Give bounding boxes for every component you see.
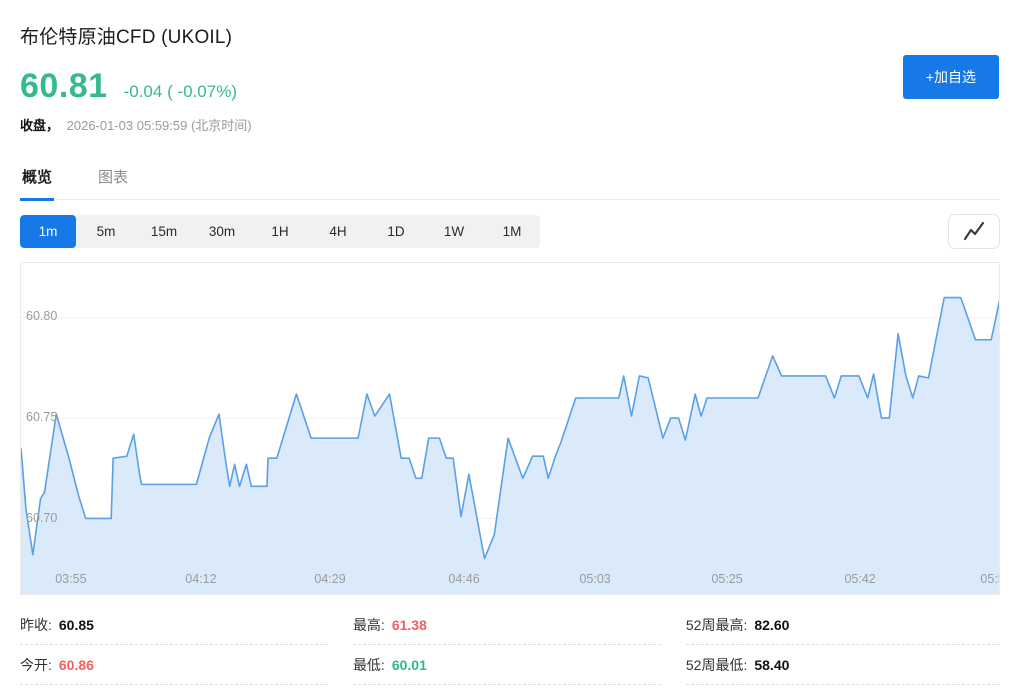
quote-page: 布伦特原油CFD (UKOIL) 60.81 -0.04 ( -0.07%) 收… — [0, 0, 1024, 694]
tab-overview[interactable]: 概览 — [20, 158, 54, 199]
x-axis-tick: 05:25 — [711, 572, 742, 586]
timeframe-30m-button[interactable]: 30m — [194, 215, 250, 248]
stat-value: 58.40 — [754, 657, 789, 673]
x-axis-tick: 03:55 — [55, 572, 86, 586]
page-title: 布伦特原油CFD (UKOIL) — [20, 22, 1000, 49]
timeframe-1m-button[interactable]: 1m — [20, 215, 76, 248]
timeframe-1M-button[interactable]: 1M — [484, 215, 540, 248]
stat-cell: 52周最高: 82.60 — [686, 605, 1000, 645]
quote-timestamp: 2026-01-03 05:59:59 (北京时间) — [67, 118, 252, 133]
stat-cell: 今开: 60.86 — [20, 645, 328, 685]
timeframe-5m-button[interactable]: 5m — [78, 215, 134, 248]
timeframe-1W-button[interactable]: 1W — [426, 215, 482, 248]
stat-cell: 最低: 60.01 — [353, 645, 661, 685]
stat-label: 最低: — [353, 655, 385, 675]
tab-bar: 概览 图表 — [20, 158, 1000, 200]
chart-type-button[interactable] — [948, 214, 1000, 249]
chart-canvas[interactable] — [21, 263, 1000, 594]
timeframe-bar: 1m5m15m30m1H4H1D1W1M — [20, 215, 540, 248]
x-axis-tick: 04:46 — [448, 572, 479, 586]
stats-grid: 昨收: 60.85 最高: 61.38 52周最高: 82.60 今开: 60.86 最低: 60… — [20, 605, 1000, 685]
tab-chart[interactable]: 图表 — [96, 158, 130, 199]
x-axis-tick: 04:29 — [314, 572, 345, 586]
current-price: 60.81 — [20, 67, 108, 106]
stat-label: 52周最低: — [686, 655, 747, 675]
stat-label: 今开: — [20, 655, 52, 675]
line-chart-icon — [959, 219, 989, 245]
stat-cell: 昨收: 60.85 — [20, 605, 328, 645]
timeframe-15m-button[interactable]: 15m — [136, 215, 192, 248]
x-axis-tick: 05:42 — [844, 572, 875, 586]
stat-label: 52周最高: — [686, 615, 747, 635]
x-axis-tick: 04:12 — [185, 572, 216, 586]
status-row: 收盘， 2026-01-03 05:59:59 (北京时间) — [20, 115, 1000, 134]
x-axis-tick: 05:59 — [980, 572, 1000, 586]
stat-label: 最高: — [353, 615, 385, 635]
timeframe-row: 1m5m15m30m1H4H1D1W1M — [20, 214, 1000, 249]
price-row: 60.81 -0.04 ( -0.07%) — [20, 67, 1000, 106]
timeframe-4H-button[interactable]: 4H — [310, 215, 366, 248]
y-axis-tick: 60.70 — [26, 511, 57, 525]
stat-cell: 52周最低: 58.40 — [686, 645, 1000, 685]
price-chart[interactable]: 60.80 60.75 60.70 03:55 04:12 04:29 04:46 05:03… — [20, 262, 1000, 595]
price-change: -0.04 ( -0.07%) — [124, 82, 237, 102]
stat-label: 昨收: — [20, 615, 52, 635]
market-status-label: 收盘， — [20, 118, 59, 133]
timeframe-1H-button[interactable]: 1H — [252, 215, 308, 248]
x-axis-tick: 05:03 — [579, 572, 610, 586]
stat-value: 82.60 — [754, 617, 789, 633]
y-axis-tick: 60.80 — [26, 309, 57, 323]
stat-value: 61.38 — [392, 617, 427, 633]
stat-value: 60.85 — [59, 617, 94, 633]
stat-cell: 最高: 61.38 — [353, 605, 661, 645]
stat-value: 60.86 — [59, 657, 94, 673]
stat-value: 60.01 — [392, 657, 427, 673]
timeframe-1D-button[interactable]: 1D — [368, 215, 424, 248]
y-axis-tick: 60.75 — [26, 410, 57, 424]
add-watchlist-button[interactable]: +加自选 — [903, 55, 999, 99]
